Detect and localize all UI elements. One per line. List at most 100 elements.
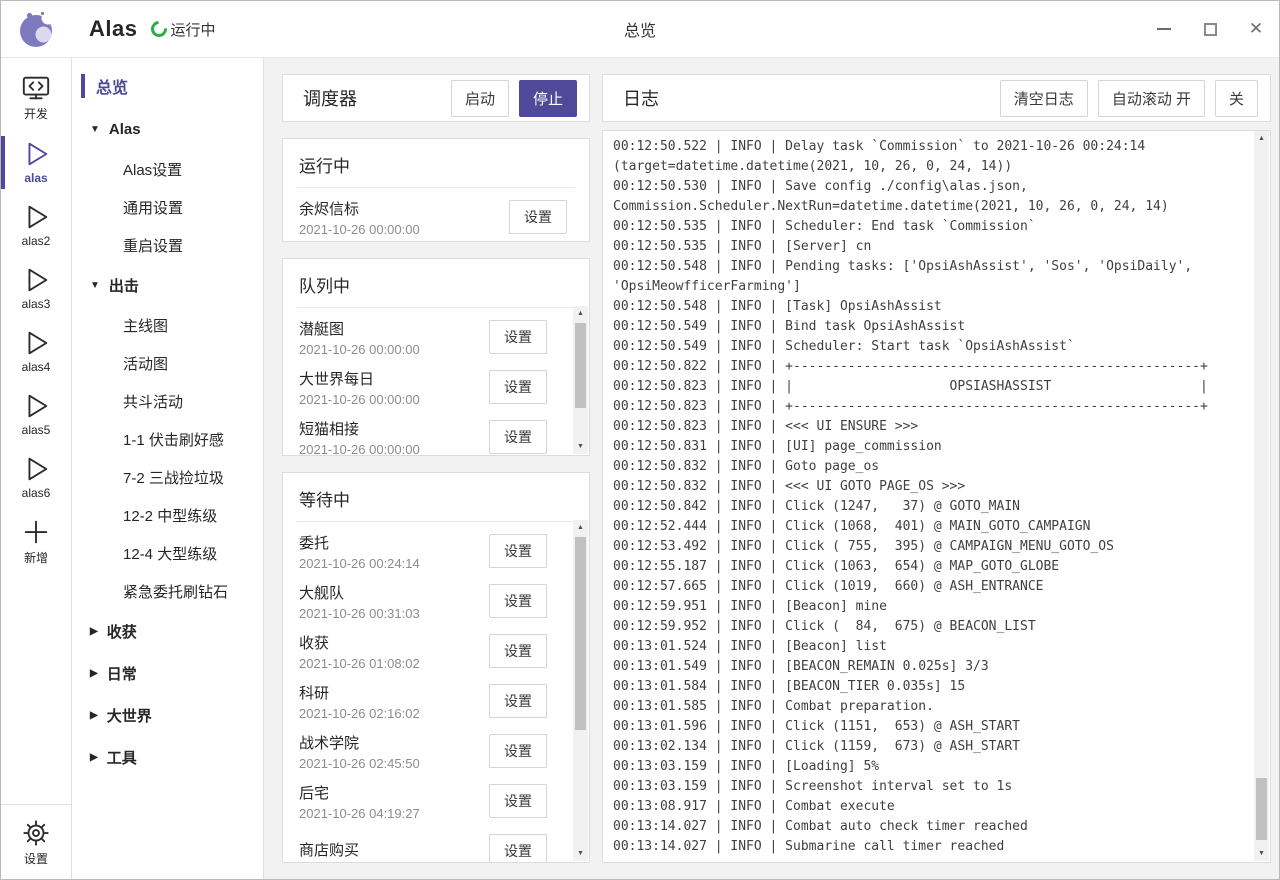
scheduler-status: 运行中 [151,19,215,40]
task-time: 2021-10-26 00:24:14 [299,556,489,571]
log-line: 00:12:53.492 | INFO | Click ( 755, 395) … [613,537,1246,557]
nav-item[interactable]: 12-2 中型练级 [72,496,263,534]
task-setting-button[interactable]: 设置 [489,370,547,404]
task-setting-button[interactable]: 设置 [509,200,567,234]
nav-item-overview[interactable]: 总览 [72,70,263,102]
task-setting-button[interactable]: 设置 [489,834,547,862]
nav-group-日常[interactable]: ▶日常 [72,652,263,694]
nav-group-出击[interactable]: ▼出击 [72,264,263,306]
nav-group-收获[interactable]: ▶收获 [72,610,263,652]
log-line: 00:12:50.822 | INFO | +-----------------… [613,357,1246,377]
nav-item[interactable]: 1-1 伏击刷好感 [72,420,263,458]
sidebar-item-dev[interactable]: 开发 [1,68,71,128]
play-icon [21,265,51,295]
nav-item[interactable]: 12-4 大型练级 [72,534,263,572]
nav-item[interactable]: 重启设置 [72,226,263,264]
task-setting-button[interactable]: 设置 [489,784,547,818]
task-setting-button[interactable]: 设置 [489,420,547,454]
nav-item[interactable]: Alas设置 [72,150,263,188]
log-line: 00:12:55.187 | INFO | Click (1063, 654) … [613,557,1246,577]
nav-item[interactable]: 主线图 [72,306,263,344]
scheduler-stop-button[interactable]: 停止 [519,80,577,117]
nav-item[interactable]: 通用设置 [72,188,263,226]
log-line: 00:13:01.596 | INFO | Click (1151, 653) … [613,717,1246,737]
log-line: 00:12:59.952 | INFO | Click ( 84, 675) @… [613,617,1246,637]
queued-card: 队列中 潜艇图2021-10-26 00:00:00设置大世界每日2021-10… [282,258,590,456]
nav-group-Alas[interactable]: ▼Alas [72,108,263,150]
sidebar-item-alas4[interactable]: alas4 [1,323,71,380]
status-label: 运行中 [170,19,215,40]
sidebar-item-settings[interactable]: 设置 [1,813,71,873]
scroll-down-icon[interactable]: ▼ [1254,846,1269,861]
task-row: 商店购买设置 [283,826,589,862]
task-time: 2021-10-26 04:19:27 [299,806,489,821]
log-line: 00:12:50.535 | INFO | Scheduler: End tas… [613,217,1246,237]
log-line: 00:12:59.951 | INFO | [Beacon] mine [613,597,1246,617]
nav-item[interactable]: 7-2 三战捡垃圾 [72,458,263,496]
task-setting-button[interactable]: 设置 [489,634,547,668]
task-row: 后宅 2021-10-26 04:19:27设置 [283,776,589,826]
task-name: 后宅 [299,782,489,803]
sidebar-item-alas3[interactable]: alas3 [1,260,71,317]
play-icon [21,202,51,232]
log-line: 00:12:50.549 | INFO | Scheduler: Start t… [613,337,1246,357]
add-instance-button[interactable]: 新增 [1,512,71,572]
sidebar-item-alas5[interactable]: alas5 [1,386,71,443]
log-title: 日志 [623,85,1000,111]
log-line: 00:13:08.917 | INFO | Combat execute [613,797,1246,817]
log-line: 00:13:14.027 | INFO | Submarine call tim… [613,837,1246,857]
triangle-right-icon: ▶ [90,626,98,637]
scroll-down-icon[interactable]: ▼ [573,439,588,454]
close-button[interactable]: ✕ [1247,20,1265,38]
log-line: 00:12:50.823 | INFO | <<< UI ENSURE >>> [613,417,1246,437]
scroll-up-icon[interactable]: ▲ [1254,131,1269,146]
task-row: 委托 2021-10-26 00:24:14设置 [283,526,589,576]
scroll-down-icon[interactable]: ▼ [573,846,588,861]
play-icon [21,391,51,421]
autoscroll-toggle-button[interactable]: 自动滚动 开 [1098,80,1205,117]
maximize-button[interactable] [1201,20,1219,38]
waiting-scrollbar[interactable]: ▲ ▼ [573,520,588,861]
app-title: Alas [89,16,137,42]
scroll-up-icon[interactable]: ▲ [573,306,588,321]
task-row: 潜艇图2021-10-26 00:00:00设置 [283,312,589,362]
log-line: 'OpsiMeowfficerFarming'] [613,277,1246,297]
log-line: 00:12:50.548 | INFO | [Task] OpsiAshAssi… [613,297,1246,317]
log-off-button[interactable]: 关 [1215,80,1258,117]
sidebar-item-alas[interactable]: alas [1,134,71,191]
queued-scrollbar[interactable]: ▲ ▼ [573,306,588,454]
task-setting-button[interactable]: 设置 [489,320,547,354]
running-spinner-icon [148,18,171,41]
triangle-right-icon: ▶ [90,668,98,679]
log-line: 00:12:50.530 | INFO | Save config ./conf… [613,177,1246,197]
sidebar-divider [1,804,71,805]
nav-item[interactable]: 紧急委托刷钻石 [72,572,263,610]
log-scrollbar[interactable]: ▲ ▼ [1254,131,1269,861]
log-line: 00:13:03.159 | INFO | [Loading] 5% [613,757,1246,777]
task-name: 委托 [299,532,489,553]
nav-group-工具[interactable]: ▶工具 [72,736,263,778]
task-row: 余烬信标2021-10-26 00:00:00设置 [283,192,589,241]
scroll-up-icon[interactable]: ▲ [573,520,588,535]
task-setting-button[interactable]: 设置 [489,534,547,568]
task-setting-button[interactable]: 设置 [489,584,547,618]
clear-log-button[interactable]: 清空日志 [1000,80,1088,117]
scheduler-start-button[interactable]: 启动 [451,80,509,117]
task-name: 大舰队 [299,582,489,603]
task-row: 科研2021-10-26 02:16:02设置 [283,676,589,726]
log-line: 00:12:50.823 | INFO | +-----------------… [613,397,1246,417]
task-setting-button[interactable]: 设置 [489,734,547,768]
sidebar-item-alas6[interactable]: alas6 [1,449,71,506]
nav-group-label: 工具 [107,747,137,768]
task-name: 科研 [299,682,489,703]
nav-item[interactable]: 共斗活动 [72,382,263,420]
task-setting-button[interactable]: 设置 [489,684,547,718]
log-line: 00:12:50.548 | INFO | Pending tasks: ['O… [613,257,1246,277]
nav-group-大世界[interactable]: ▶大世界 [72,694,263,736]
log-line: 00:12:50.522 | INFO | Delay task `Commis… [613,137,1246,157]
sidebar-item-alas2[interactable]: alas2 [1,197,71,254]
minimize-button[interactable] [1155,20,1173,38]
task-row: 短猫相接2021-10-26 00:00:00设置 [283,412,589,455]
triangle-right-icon: ▶ [90,710,98,721]
nav-item[interactable]: 活动图 [72,344,263,382]
